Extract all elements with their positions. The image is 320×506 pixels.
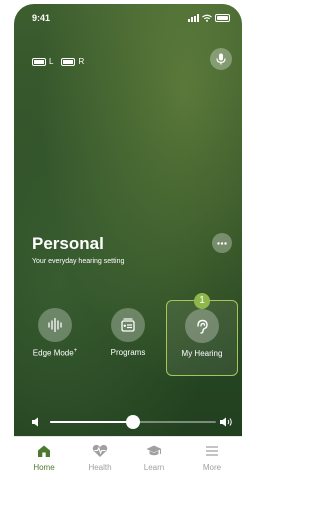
tab-more-label: More <box>202 463 222 472</box>
tab-health[interactable]: Health <box>78 443 122 472</box>
battery-icon <box>61 57 76 66</box>
right-aid-battery: R <box>61 57 84 66</box>
mode-buttons: Edge Mode+ Programs 1 My Hearing <box>14 293 242 376</box>
programs-label: Programs <box>110 348 146 357</box>
volume-high-icon[interactable] <box>220 417 234 427</box>
edge-mode-button[interactable]: Edge Mode+ <box>20 300 90 374</box>
microphone-icon <box>216 53 226 65</box>
left-aid-label: L <box>49 57 54 66</box>
tab-more[interactable]: More <box>190 443 234 472</box>
home-screen: 9:41 L R Personal Your everyday hearing … <box>14 4 242 436</box>
hearing-aid-status[interactable]: L R <box>32 57 84 66</box>
edge-mode-circle <box>38 308 72 342</box>
battery-icon <box>32 57 46 66</box>
right-aid-label: R <box>78 57 85 66</box>
status-time: 9:41 <box>32 13 51 23</box>
signal-icon <box>188 14 199 22</box>
program-subtitle: Your everyday hearing setting <box>32 258 125 265</box>
my-hearing-circle <box>185 309 219 343</box>
more-dots-icon <box>217 241 227 245</box>
left-aid-battery: L <box>32 57 53 66</box>
tab-bar: Home Health Learn More <box>14 436 242 500</box>
status-icons <box>188 14 230 22</box>
volume-control <box>32 414 234 430</box>
status-bar: 9:41 <box>32 13 230 27</box>
edge-mode-label: Edge Mode <box>32 348 74 358</box>
phone-screen: 9:41 L R Personal Your everyday hearing … <box>14 4 242 500</box>
volume-slider-fill <box>50 421 133 423</box>
volume-slider-thumb[interactable] <box>126 415 140 429</box>
program-title: Personal <box>32 234 104 253</box>
menu-icon <box>190 443 234 459</box>
program-options-button[interactable] <box>212 233 232 253</box>
programs-button[interactable]: Programs <box>93 300 163 374</box>
microphone-button[interactable] <box>210 48 232 70</box>
volume-low-icon[interactable] <box>32 417 40 427</box>
edge-mode-superscript: + <box>73 348 78 354</box>
my-hearing-icon <box>197 319 208 334</box>
volume-slider[interactable] <box>50 415 216 429</box>
tab-learn[interactable]: Learn <box>132 443 176 472</box>
edge-mode-icon <box>48 317 62 333</box>
programs-circle <box>111 308 145 342</box>
programs-icon <box>121 318 135 332</box>
tab-health-label: Health <box>88 463 112 472</box>
heart-pulse-icon <box>78 443 122 459</box>
graduation-cap-icon <box>132 443 176 459</box>
tab-home[interactable]: Home <box>22 443 66 472</box>
wifi-icon <box>202 14 212 22</box>
battery-icon <box>215 14 230 22</box>
my-hearing-label: My Hearing <box>181 349 223 358</box>
home-icon <box>22 443 66 459</box>
tab-learn-label: Learn <box>143 463 165 472</box>
notification-badge: 1 <box>194 293 210 309</box>
tab-home-label: Home <box>33 463 55 472</box>
my-hearing-button[interactable]: 1 My Hearing <box>166 293 238 376</box>
